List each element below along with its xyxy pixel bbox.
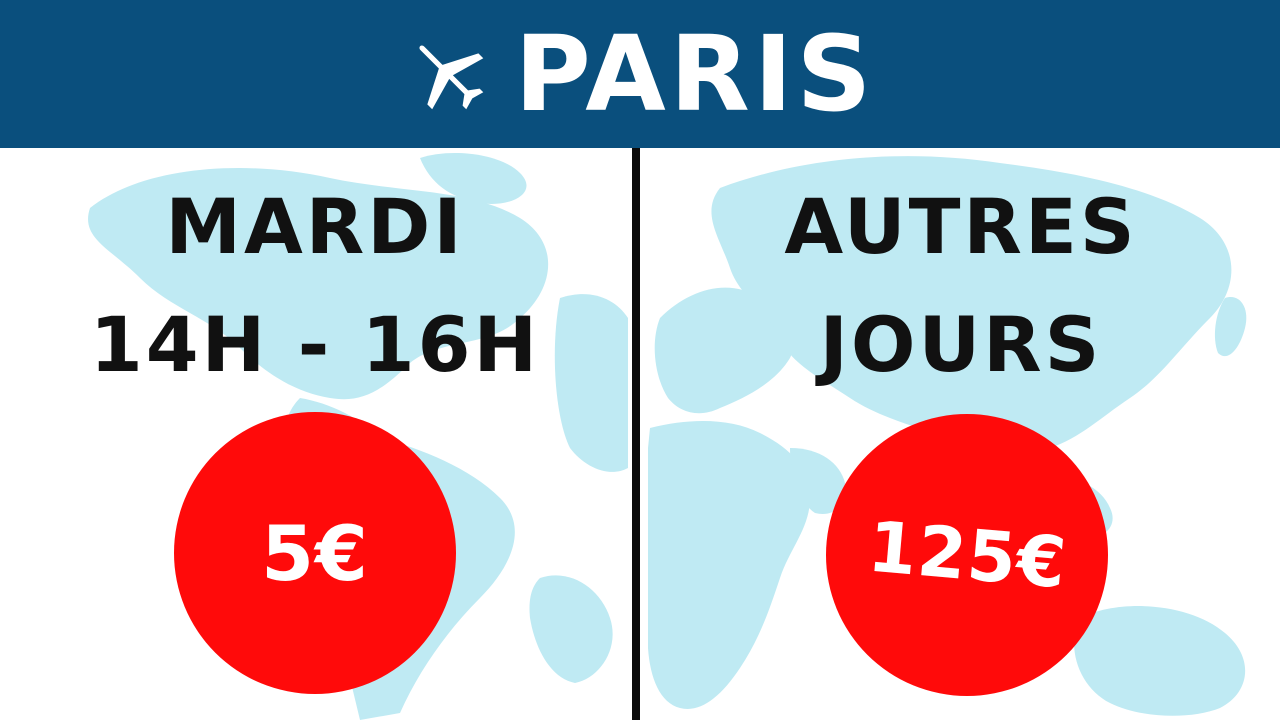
center-divider [632,148,640,720]
airplane-icon [419,45,483,110]
title-banner: PARIS [0,0,1280,148]
left-price-badge: 5€ [174,412,456,694]
right-heading-line2: JOURS [819,300,1103,389]
right-panel: AUTRES JOURS [642,168,1280,404]
right-price-badge: 125€ [826,414,1108,696]
map-australia-right [1074,606,1246,716]
page-title: PARIS [514,13,876,135]
left-price-value: 5€ [261,508,369,598]
map-africa-right [648,421,810,709]
left-panel: MARDI 14H - 16H [0,168,630,404]
left-heading-day: MARDI [165,182,465,271]
right-heading-line1: AUTRES [784,182,1138,271]
left-heading-time: 14H - 16H [89,300,541,389]
right-price-value: 125€ [864,505,1070,605]
title-group: PARIS [405,22,876,126]
map-lower-left-land [529,575,613,683]
